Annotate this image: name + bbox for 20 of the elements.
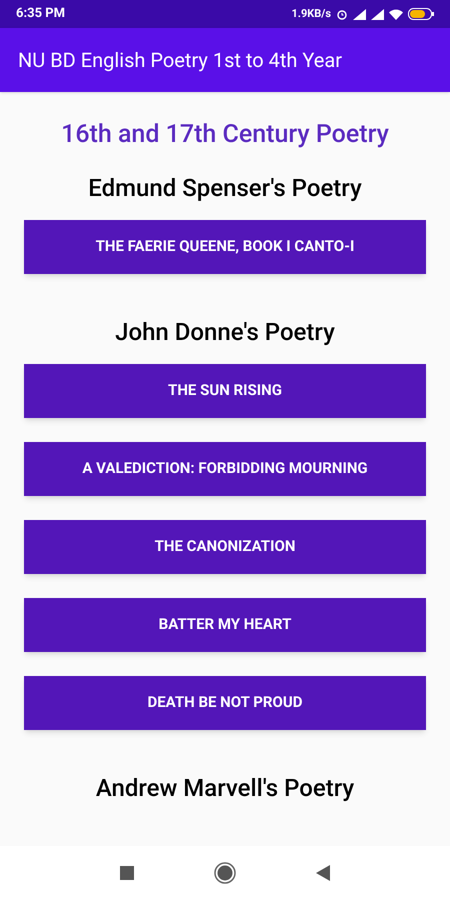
signal-icon [371, 8, 384, 20]
signal-icon [353, 8, 366, 20]
alarm-icon [336, 8, 348, 20]
section-heading: John Donne's Poetry [115, 316, 335, 348]
section-heading: Andrew Marvell's Poetry [96, 772, 354, 804]
poem-button[interactable]: DEATH BE NOT PROUD [24, 676, 426, 730]
battery-icon [408, 8, 434, 20]
app-title: NU BD English Poetry 1st to 4th Year [18, 47, 342, 74]
poem-button[interactable]: A VALEDICTION: FORBIDDING MOURNING [24, 442, 426, 496]
home-icon[interactable] [214, 862, 236, 884]
page-title: 16th and 17th Century Poetry [61, 119, 389, 151]
poem-button[interactable]: BATTER MY HEART [24, 598, 426, 652]
wifi-icon [389, 8, 403, 20]
poem-button[interactable]: THE CANONIZATION [24, 520, 426, 574]
poem-button[interactable]: THE FAERIE QUEENE, BOOK I CANTO-I [24, 220, 426, 274]
network-speed: 1.9KB/s [291, 6, 331, 22]
back-icon[interactable] [316, 865, 330, 881]
poem-button[interactable]: THE SUN RISING [24, 364, 426, 418]
status-time: 6:35 PM [16, 5, 66, 24]
section-heading: Edmund Spenser's Poetry [88, 172, 362, 204]
